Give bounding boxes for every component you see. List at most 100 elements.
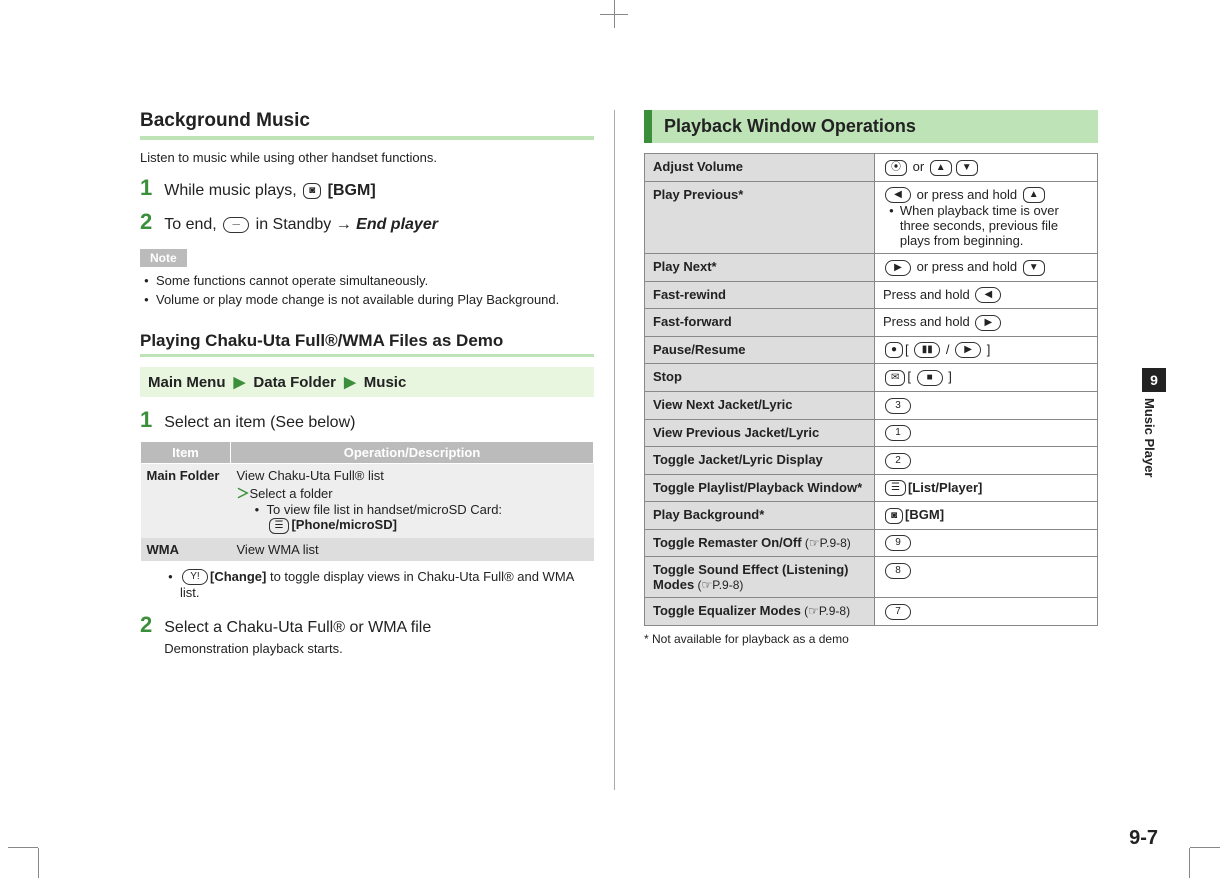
ops-action: Press and hold ◀ <box>875 281 1098 309</box>
ops-label: Toggle Remaster On/Off (☞P.9-8) <box>645 529 875 557</box>
chaku-step-1: 1 Select an item (See below) <box>140 407 594 433</box>
row-subitem: To view file list in handset/microSD Car… <box>255 502 588 534</box>
table-row: WMA View WMA list <box>141 538 594 561</box>
menu-path: Main Menu ▶ Data Folder ▶ Music <box>140 367 594 397</box>
row-content: View Chaku-Uta Full® list ＞Select a fold… <box>231 464 594 538</box>
ops-action: Press and hold ▶ <box>875 309 1098 337</box>
key-icon: ◀ <box>975 287 1001 303</box>
ops-label: Toggle Jacket/Lyric Display <box>645 447 875 475</box>
step-italic: End player <box>356 216 438 233</box>
key-icon: ☰ <box>885 480 906 496</box>
ops-row: Pause/Resume●[ ▮▮ / ▶ ] <box>645 336 1098 364</box>
menu-arrow-icon: ▶ <box>344 374 356 391</box>
chapter-number: 9 <box>1142 368 1166 392</box>
ops-action: 3 <box>875 391 1098 419</box>
row-label: Main Folder <box>141 464 231 538</box>
row-sublist: To view file list in handset/microSD Car… <box>237 502 588 534</box>
arrow-icon: ＞ <box>237 486 250 501</box>
step-number: 1 <box>140 175 152 201</box>
tv-key-icon: ☰ <box>269 518 290 534</box>
left-column: Background Music Listen to music while u… <box>140 110 619 664</box>
ops-row: Fast-rewindPress and hold ◀ <box>645 281 1098 309</box>
row-line: ＞Select a folder <box>237 483 588 502</box>
menu-item: Music <box>364 374 407 391</box>
step-sub: Demonstration playback starts. <box>164 641 431 656</box>
ops-action: 2 <box>875 447 1098 475</box>
ops-label: Toggle Sound Effect (Listening) Modes (☞… <box>645 557 875 598</box>
note-item: Some functions cannot operate simultaneo… <box>142 271 592 290</box>
accent-bar <box>644 110 652 143</box>
ops-label: Adjust Volume <box>645 154 875 182</box>
note-box: Note Some functions cannot operate simul… <box>140 249 594 313</box>
ops-label: Toggle Equalizer Modes (☞P.9-8) <box>645 598 875 626</box>
ops-row: Toggle Playlist/Playback Window*☰[List/P… <box>645 474 1098 502</box>
operations-table: Adjust Volume⦿ or ▲▼Play Previous*◀ or p… <box>644 153 1098 626</box>
chapter-label: Music Player <box>1142 392 1157 478</box>
action-note: When playback time is over three seconds… <box>883 203 1089 248</box>
chaku-step-2: 2 Select a Chaku-Uta Full® or WMA file D… <box>140 612 594 656</box>
ops-row: Toggle Jacket/Lyric Display2 <box>645 447 1098 475</box>
ops-action: 9 <box>875 529 1098 557</box>
step-body: To end, ⏤ in Standby → End player <box>164 216 438 234</box>
ops-label: View Next Jacket/Lyric <box>645 391 875 419</box>
key-icon: ▮▮ <box>914 342 940 358</box>
key-icon: ⦿ <box>885 160 907 176</box>
key-icon: 3 <box>885 398 911 414</box>
bg-step-1: 1 While music plays, ◙ [BGM] <box>140 175 594 201</box>
ops-action: ⦿ or ▲▼ <box>875 154 1098 182</box>
heading-text: Playback Window Operations <box>652 110 928 143</box>
menu-item: Main Menu <box>148 374 226 391</box>
ops-label: Play Next* <box>645 254 875 282</box>
key-icon: 1 <box>885 425 911 441</box>
ops-row: Play Background*◙[BGM] <box>645 502 1098 530</box>
th-operation: Operation/Description <box>231 442 594 464</box>
ops-action: 1 <box>875 419 1098 447</box>
yk-key-icon: Y! <box>182 569 208 585</box>
note-list: Some functions cannot operate simultaneo… <box>140 267 594 313</box>
change-tip: Y![Change] to toggle display views in Ch… <box>140 569 594 601</box>
item-table: Item Operation/Description Main Folder V… <box>140 441 594 561</box>
heading-chaku-uta: Playing Chaku-Uta Full®/WMA Files as Dem… <box>140 331 594 357</box>
heading-background-music: Background Music <box>140 110 594 140</box>
crop-mark-br <box>1150 808 1220 878</box>
column-divider <box>614 110 615 790</box>
note-label: Note <box>140 249 187 267</box>
step-bold: [BGM] <box>328 182 376 199</box>
ops-label: Toggle Playlist/Playback Window* <box>645 474 875 502</box>
key-icon: ▶ <box>885 260 911 276</box>
menu-arrow-icon: ▶ <box>234 374 246 391</box>
key-icon: 9 <box>885 535 911 551</box>
bg-step-2: 2 To end, ⏤ in Standby → End player <box>140 209 594 235</box>
row-label: WMA <box>141 538 231 561</box>
key-icon: ◀ <box>885 187 911 203</box>
step-number: 2 <box>140 612 152 638</box>
camera-key-icon: ◙ <box>303 183 321 199</box>
end-call-key-icon: ⏤ <box>223 217 249 233</box>
row-line: View Chaku-Uta Full® list <box>237 468 588 483</box>
row-content: View WMA list <box>231 538 594 561</box>
key-icon: ■ <box>917 370 943 386</box>
key-icon: ▼ <box>1023 260 1045 276</box>
step-text: To end, <box>164 216 221 233</box>
ops-label: Pause/Resume <box>645 336 875 364</box>
step-body: While music plays, ◙ [BGM] <box>164 182 375 200</box>
ops-label: Play Previous* <box>645 181 875 254</box>
step-number: 1 <box>140 407 152 433</box>
key-icon: ◙ <box>885 508 903 524</box>
ops-row: Toggle Equalizer Modes (☞P.9-8) 7 <box>645 598 1098 626</box>
ops-action: ✉[ ■ ] <box>875 364 1098 392</box>
ops-row: Stop✉[ ■ ] <box>645 364 1098 392</box>
key-icon: ▲ <box>1023 187 1045 203</box>
demo-footnote: * Not available for playback as a demo <box>644 632 1098 646</box>
step-text: While music plays, <box>164 182 301 199</box>
key-icon: 7 <box>885 604 911 620</box>
step-number: 2 <box>140 209 152 235</box>
step-main: Select a Chaku-Uta Full® or WMA file <box>164 619 431 637</box>
ops-action: 8 <box>875 557 1098 598</box>
step-body: Select an item (See below) <box>164 414 355 432</box>
key-icon: ▶ <box>955 342 981 358</box>
ops-action: 7 <box>875 598 1098 626</box>
ops-action: ●[ ▮▮ / ▶ ] <box>875 336 1098 364</box>
ops-row: Toggle Remaster On/Off (☞P.9-8) 9 <box>645 529 1098 557</box>
ops-row: Toggle Sound Effect (Listening) Modes (☞… <box>645 557 1098 598</box>
